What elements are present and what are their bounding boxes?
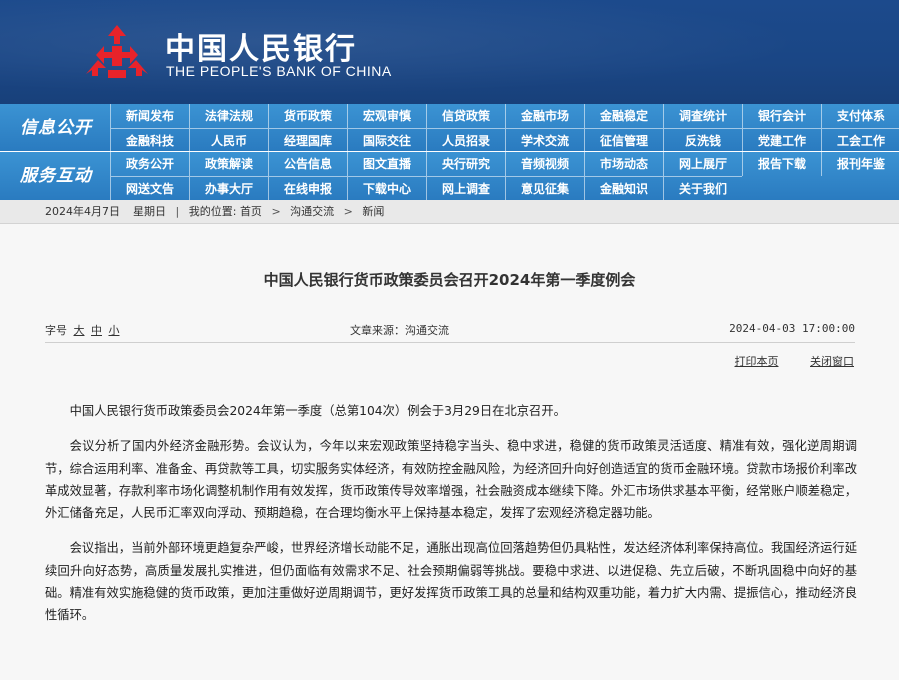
article-datetime: 2024-04-03 17:00:00: [729, 322, 855, 335]
article-meta: 字号 大 中 小 文章来源：沟通交流 2024-04-03 17:00:00: [45, 322, 855, 338]
breadcrumb-home-link[interactable]: 首页: [240, 200, 262, 224]
article-title: 中国人民银行货币政策委员会召开2024年第一季度例会: [263, 271, 636, 289]
nav-service-item[interactable]: 关于我们: [663, 176, 742, 200]
nav-info-item[interactable]: 人员招录: [426, 128, 505, 152]
breadcrumb-separator: >: [343, 205, 353, 218]
current-weekday: 星期日: [133, 205, 166, 218]
nav-info-item[interactable]: 金融市场: [505, 104, 584, 128]
site-header: 中国人民银行 THE PEOPLE'S BANK OF CHINA: [0, 0, 899, 104]
nav-info-item[interactable]: 党建工作: [742, 128, 821, 152]
article-paragraph: 会议分析了国内外经济金融形势。会议认为，今年以来宏观政策坚持稳字当头、稳中求进，…: [45, 439, 857, 521]
close-window-link[interactable]: 关闭窗口: [810, 355, 854, 368]
nav-info-item[interactable]: 学术交流: [505, 128, 584, 152]
location-label: 我的位置:: [188, 205, 237, 218]
article-paragraph: 会议指出，当前外部环境更趋复杂严峻，世界经济增长动能不足，通胀出现高位回落趋势但…: [45, 541, 857, 623]
nav-service-section: 服务互动 政务公开 政策解读 公告信息 图文直播 央行研究 音频视频 市场动态 网上展厅 报告下…: [0, 152, 899, 200]
article-body: 中国人民银行货币政策委员会2024年第一季度（总第104次）例会于3月29日在北…: [45, 400, 857, 640]
article-paragraph: 中国人民银行货币政策委员会2024年第一季度（总第104次）例会于3月29日在北…: [69, 404, 566, 418]
font-size-small-button[interactable]: 小: [109, 324, 120, 337]
nav-info-item[interactable]: 支付体系: [821, 104, 899, 128]
font-size-label: 字号: [45, 324, 67, 337]
main-navigation: 信息公开 新闻发布 法律法规 货币政策 宏观审慎 信贷政策 金融市场 金融稳定 调查统计 银行会…: [0, 104, 899, 200]
nav-info-item[interactable]: 经理国库: [268, 128, 347, 152]
current-date: 2024年4月7日: [45, 205, 120, 218]
nav-info-item[interactable]: 银行会计: [742, 104, 821, 128]
breadcrumb-section-link[interactable]: 沟通交流: [290, 200, 334, 224]
page: 中国人民银行 THE PEOPLE'S BANK OF CHINA 信息公开 新…: [0, 0, 899, 680]
nav-service-item[interactable]: 报刊年鉴: [821, 152, 899, 176]
nav-info-item[interactable]: 货币政策: [268, 104, 347, 128]
nav-service-grid: 政务公开 政策解读 公告信息 图文直播 央行研究 音频视频 市场动态 网上展厅 报告下载 报刊年鉴…: [110, 152, 899, 200]
nav-service-item[interactable]: 办事大厅: [189, 176, 268, 200]
article-container: 中国人民银行货币政策委员会召开2024年第一季度例会 字号 大 中 小 文章来源…: [0, 224, 899, 680]
print-page-link[interactable]: 打印本页: [735, 355, 779, 368]
nav-service-item[interactable]: 网送文告: [110, 176, 189, 200]
nav-service-item[interactable]: 图文直播: [347, 152, 426, 176]
nav-service-item[interactable]: 意见征集: [505, 176, 584, 200]
nav-service-item[interactable]: 网上展厅: [663, 152, 742, 176]
nav-service-item[interactable]: 网上调查: [426, 176, 505, 200]
nav-info-section: 信息公开 新闻发布 法律法规 货币政策 宏观审慎 信贷政策 金融市场 金融稳定 调查统计 银行会…: [0, 104, 899, 152]
nav-service-item[interactable]: 金融知识: [584, 176, 663, 200]
nav-info-item[interactable]: 反洗钱: [663, 128, 742, 152]
breadcrumb-divider: |: [175, 205, 180, 218]
breadcrumb-bar: 2024年4月7日 星期日 | 我的位置: 首页 > 沟通交流 > 新闻: [0, 200, 899, 224]
nav-service-item[interactable]: 下载中心: [347, 176, 426, 200]
nav-service-item[interactable]: 在线申报: [268, 176, 347, 200]
nav-info-label[interactable]: 信息公开: [0, 104, 112, 152]
nav-info-item[interactable]: 人民币: [189, 128, 268, 152]
nav-info-item[interactable]: 法律法规: [189, 104, 268, 128]
nav-info-item[interactable]: 工会工作: [821, 128, 899, 152]
nav-info-item[interactable]: 新闻发布: [110, 104, 189, 128]
nav-info-item[interactable]: 金融稳定: [584, 104, 663, 128]
nav-service-item[interactable]: 市场动态: [584, 152, 663, 176]
breadcrumb-current[interactable]: 新闻: [362, 200, 384, 224]
nav-service-item[interactable]: 政务公开: [110, 152, 189, 176]
article-tools: 打印本页 关闭窗口: [707, 353, 855, 369]
brand-name-english[interactable]: THE PEOPLE'S BANK OF CHINA: [166, 63, 392, 79]
font-size-controls: 字号 大 中 小: [45, 322, 120, 338]
nav-info-grid: 新闻发布 法律法规 货币政策 宏观审慎 信贷政策 金融市场 金融稳定 调查统计 银行会计 支付体系…: [110, 104, 899, 152]
nav-service-item[interactable]: 央行研究: [426, 152, 505, 176]
nav-info-item[interactable]: 宏观审慎: [347, 104, 426, 128]
meta-divider: [45, 342, 855, 343]
nav-info-item[interactable]: 调查统计: [663, 104, 742, 128]
font-size-large-button[interactable]: 大: [74, 324, 85, 337]
nav-service-item[interactable]: 报告下载: [742, 152, 821, 176]
nav-service-item[interactable]: 政策解读: [189, 152, 268, 176]
nav-info-item[interactable]: 国际交往: [347, 128, 426, 152]
nav-service-item[interactable]: 公告信息: [268, 152, 347, 176]
breadcrumb-separator: >: [271, 205, 281, 218]
pboc-logo-icon[interactable]: [82, 22, 152, 84]
nav-service-label[interactable]: 服务互动: [0, 152, 112, 200]
nav-info-item[interactable]: 金融科技: [110, 128, 189, 152]
nav-info-item[interactable]: 征信管理: [584, 128, 663, 152]
nav-service-item[interactable]: 音频视频: [505, 152, 584, 176]
nav-info-item[interactable]: 信贷政策: [426, 104, 505, 128]
brand-name-chinese[interactable]: 中国人民银行: [165, 24, 357, 68]
article-source: 文章来源：沟通交流: [350, 324, 449, 337]
font-size-medium-button[interactable]: 中: [91, 324, 102, 337]
